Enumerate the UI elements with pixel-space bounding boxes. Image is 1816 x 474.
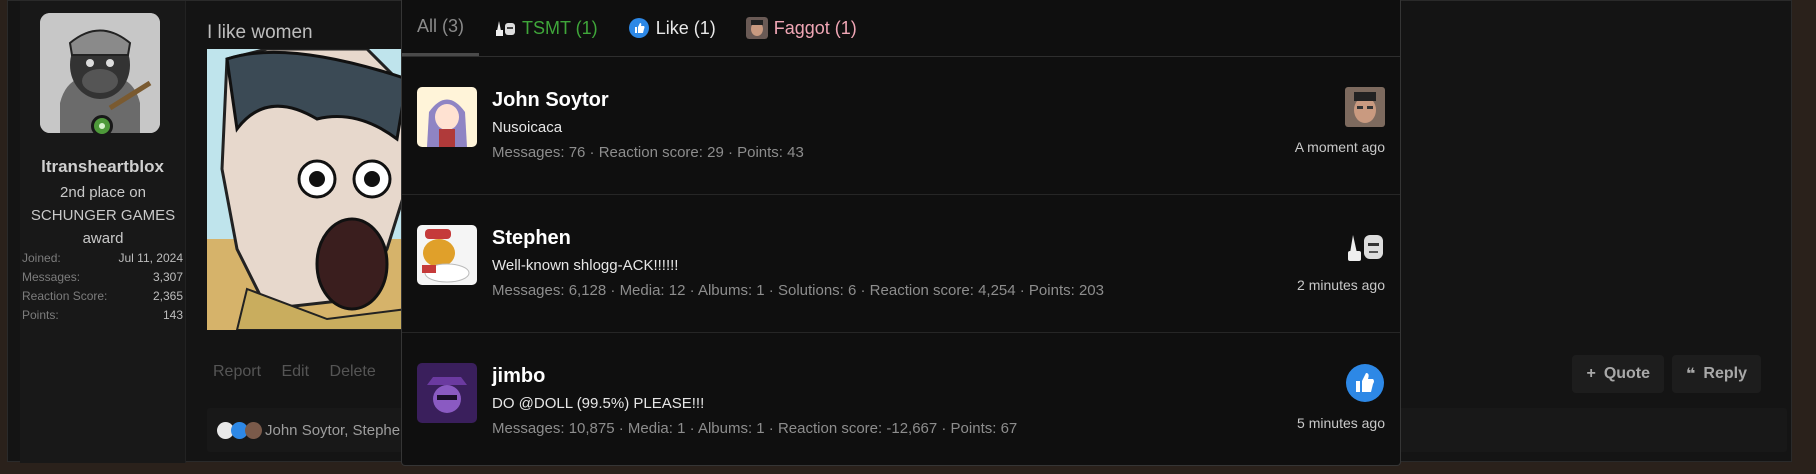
reactor-name[interactable]: Stephen bbox=[492, 227, 571, 250]
face-reaction-icon bbox=[1345, 87, 1385, 127]
reactions-summary-text[interactable]: John Soytor, Stephen bbox=[265, 422, 408, 439]
report-link[interactable]: Report bbox=[213, 363, 261, 380]
stat-value: 143 bbox=[162, 308, 183, 322]
reactor-name[interactable]: John Soytor bbox=[492, 89, 609, 112]
delete-link[interactable]: Delete bbox=[330, 363, 376, 380]
like-icon bbox=[1346, 364, 1384, 402]
reactor-stats: Messages: 6,128 · Media: 12 · Albums: 1 … bbox=[492, 282, 1104, 299]
stat-reaction-score: Reaction Score: 2,365 bbox=[20, 289, 185, 308]
reaction-tabs: All (3) TSMT (1) Like (1) Faggot (1) bbox=[402, 0, 1400, 57]
reaction-time: 2 minutes ago bbox=[1297, 277, 1385, 293]
reply-label: Reply bbox=[1703, 365, 1747, 382]
online-status-icon bbox=[91, 115, 113, 137]
like-icon bbox=[628, 18, 649, 38]
reactor-name[interactable]: jimbo bbox=[492, 365, 545, 388]
anime-girl-avatar bbox=[417, 87, 477, 147]
tab-all[interactable]: All (3) bbox=[402, 0, 480, 56]
reactor-stats: Messages: 76 · Reaction score: 29 · Poin… bbox=[492, 144, 804, 161]
stat-label: Points: bbox=[22, 308, 59, 322]
stat-messages: Messages: 3,307 bbox=[20, 270, 185, 289]
reaction-row: Stephen Well-known shlogg-ACK!!!!!! Mess… bbox=[402, 195, 1400, 333]
reactor-title: DO @DOLL (99.5%) PLEASE!!! bbox=[492, 395, 705, 412]
post-actions: Report Edit Delete bbox=[213, 363, 392, 381]
post-message-text: I like women bbox=[207, 22, 313, 43]
stat-value: 3,307 bbox=[152, 270, 183, 284]
user-sidebar: ltransheartblox 2nd place on SCHUNGER GA… bbox=[20, 1, 186, 463]
stat-label: Joined: bbox=[22, 251, 61, 265]
reactor-title: Well-known shlogg-ACK!!!!!! bbox=[492, 257, 679, 274]
tab-label: Like (1) bbox=[655, 17, 716, 38]
tab-label: Faggot (1) bbox=[773, 17, 857, 38]
face-reaction-icon bbox=[745, 17, 768, 39]
reactions-overlay: All (3) TSMT (1) Like (1) Faggot (1) Joh… bbox=[401, 0, 1401, 466]
reaction-row: John Soytor Nusoicaca Messages: 76 · Rea… bbox=[402, 57, 1400, 195]
reactor-title: Nusoicaca bbox=[492, 119, 563, 136]
stat-label: Reaction Score: bbox=[22, 289, 108, 303]
username[interactable]: ltransheartblox bbox=[20, 157, 185, 177]
reaction-time: 5 minutes ago bbox=[1297, 415, 1385, 431]
reactor-stats: Messages: 10,875 · Media: 1 · Albums: 1 … bbox=[492, 420, 1018, 437]
stat-points: Points: 143 bbox=[20, 308, 185, 327]
tab-like[interactable]: Like (1) bbox=[613, 0, 731, 56]
stat-joined: Joined: Jul 11, 2024 bbox=[20, 251, 185, 270]
stat-value: 2,365 bbox=[152, 289, 183, 303]
tab-faggot[interactable]: Faggot (1) bbox=[731, 0, 872, 56]
quote-label: Quote bbox=[1603, 365, 1651, 382]
user-avatar[interactable] bbox=[417, 363, 477, 423]
edit-link[interactable]: Edit bbox=[281, 363, 309, 380]
cartoon-avatar bbox=[417, 225, 477, 285]
post-image[interactable] bbox=[207, 49, 417, 330]
reply-icon: ❝ bbox=[1686, 366, 1696, 383]
purple-character-avatar bbox=[417, 363, 477, 423]
stat-value: Jul 11, 2024 bbox=[118, 251, 184, 265]
tab-label: TSMT (1) bbox=[522, 17, 598, 38]
quote-button[interactable]: + Quote bbox=[1572, 355, 1665, 393]
stat-label: Messages: bbox=[22, 270, 81, 284]
reaction-row: jimbo DO @DOLL (99.5%) PLEASE!!! Message… bbox=[402, 333, 1400, 470]
post-buttons: + Quote ❝ Reply bbox=[1572, 355, 1761, 393]
user-title: 2nd place on SCHUNGER GAMES award bbox=[30, 184, 176, 247]
tab-tsmt[interactable]: TSMT (1) bbox=[479, 0, 613, 56]
cartoon-image bbox=[207, 49, 417, 330]
reaction-icons bbox=[217, 421, 262, 439]
plus-icon: + bbox=[1586, 365, 1596, 382]
tab-label: All (3) bbox=[417, 16, 465, 36]
face-reaction-icon bbox=[245, 421, 262, 439]
user-stats: Joined: Jul 11, 2024 Messages: 3,307 Rea… bbox=[20, 251, 185, 327]
user-avatar[interactable] bbox=[417, 87, 477, 147]
reply-button[interactable]: ❝ Reply bbox=[1672, 355, 1761, 393]
reaction-time: A moment ago bbox=[1294, 139, 1385, 155]
tsmt-reaction-icon bbox=[1348, 235, 1383, 261]
user-avatar[interactable] bbox=[417, 225, 477, 285]
tsmt-reaction-icon bbox=[496, 21, 516, 36]
